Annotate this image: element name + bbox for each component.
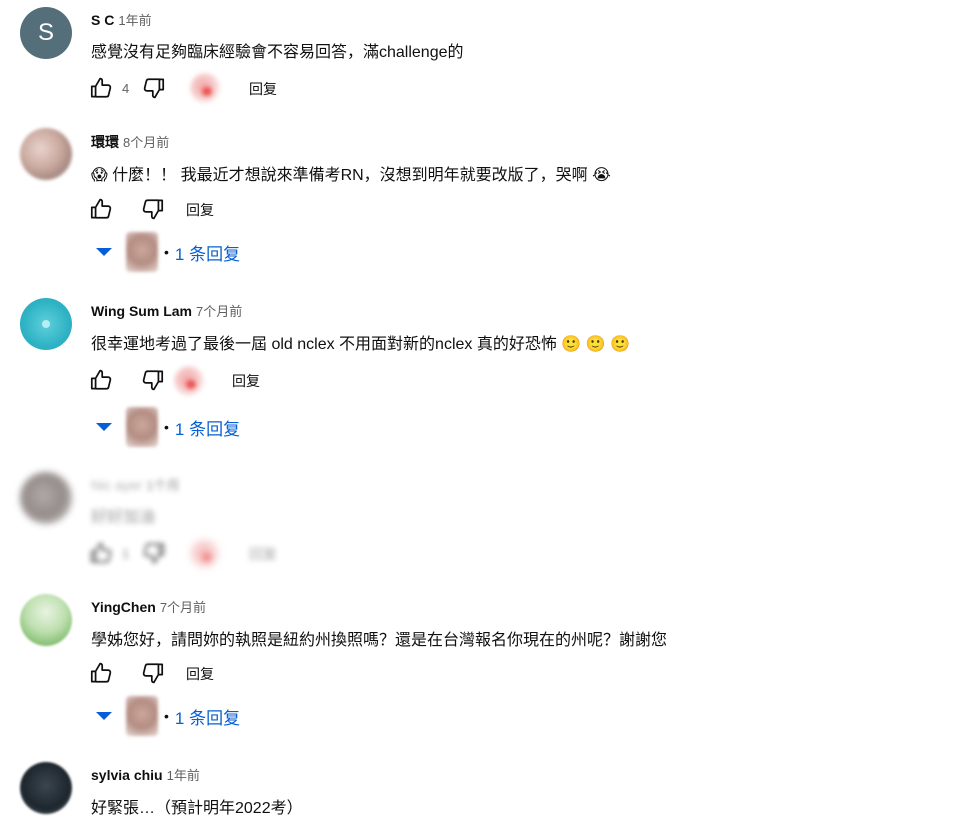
reply-button[interactable]: 回复 [249,544,277,564]
reply-button[interactable]: 回复 [186,200,214,220]
reply-button[interactable]: 回复 [249,79,277,99]
author-name[interactable]: 環環 [91,134,119,150]
replies-count-label: 1 条回复 [174,708,241,728]
comment-header: Nic ayer 1个月 [91,475,180,494]
view-replies-button[interactable]: • 1 条回复 [96,696,241,736]
chevron-down-icon [96,712,112,720]
thumbs-up-icon[interactable] [88,367,114,393]
comment-text: 學姊您好，請問妳的執照是紐約州換照嗎？還是在台灣報名你現在的州呢？謝謝您 [91,632,668,649]
comment-item: S S C 1年前 感覺沒有足夠臨床經驗會不容易回答，滿challenge的 4 … [0,0,972,120]
author-name[interactable]: S C [91,12,114,28]
comment-text: 感覺沒有足夠臨床經驗會不容易回答，滿challenge的 [91,44,464,61]
comment-time[interactable]: 1年前 [118,13,151,28]
thumbs-up-icon[interactable] [88,540,114,566]
reply-author-avatar [126,407,158,447]
comment-header: 環環 8个月前 [91,132,169,152]
reply-author-avatar [126,232,158,272]
avatar[interactable]: S [20,7,72,59]
comment-actions: 1 [88,538,167,568]
comment-text: 很幸運地考過了最後一屆 old nclex 不用面對新的nclex 真的好恐怖 … [91,336,630,353]
comment-actions [88,658,166,688]
reply-author-avatar [126,696,158,736]
thumbs-up-icon[interactable] [88,196,114,222]
comment-time[interactable]: 8个月前 [123,135,169,150]
author-name[interactable]: YingChen [91,599,156,615]
comment-time[interactable]: 7个月前 [196,304,242,319]
reply-button[interactable]: 回复 [232,371,260,391]
separator-dot: • [164,419,169,435]
reply-button[interactable]: 回复 [186,664,214,684]
avatar[interactable] [20,128,72,180]
creator-heart-icon [190,73,220,103]
comment-actions [88,194,166,224]
chevron-down-icon [96,423,112,431]
author-name[interactable]: Nic ayer [91,477,142,493]
author-name[interactable]: sylvia chiu [91,767,163,783]
avatar[interactable] [20,472,72,524]
creator-heart-icon [190,539,220,569]
comment-header: sylvia chiu 1年前 [91,765,200,784]
comment-header: YingChen 7个月前 [91,597,206,616]
comment-time[interactable]: 7个月前 [160,600,206,615]
comment-actions [88,365,166,395]
comment-actions: 4 [88,73,167,103]
avatar[interactable] [20,594,72,646]
replies-count-label: 1 条回复 [174,244,241,264]
thumbs-down-icon[interactable] [140,660,166,686]
author-name[interactable]: Wing Sum Lam [91,303,192,319]
chevron-down-icon [96,248,112,256]
thumbs-up-icon[interactable] [88,660,114,686]
thumbs-down-icon[interactable] [141,540,167,566]
comment-time[interactable]: 1个月 [146,478,179,493]
creator-heart-icon [174,366,204,396]
comment-text: 😱 什麼！！ 我最近才想說來準備考RN，沒想到明年就要改版了，哭啊 😭 [91,167,611,184]
like-count: 4 [122,80,130,96]
view-replies-button[interactable]: • 1 条回复 [96,232,241,272]
separator-dot: • [164,708,169,724]
comment-header: Wing Sum Lam 7个月前 [91,301,242,320]
replies-count-label: 1 条回复 [174,419,241,439]
thumbs-down-icon[interactable] [141,75,167,101]
thumbs-down-icon[interactable] [140,196,166,222]
avatar[interactable] [20,762,72,814]
comment-text: 好好加油 [91,509,156,526]
avatar[interactable] [20,298,72,350]
comment-text: 好緊張…（預計明年2022考） [91,800,303,817]
comment-time[interactable]: 1年前 [167,768,200,783]
comment-header: S C 1年前 [91,10,152,29]
separator-dot: • [164,244,169,260]
thumbs-up-icon[interactable] [88,75,114,101]
view-replies-button[interactable]: • 1 条回复 [96,407,241,447]
thumbs-down-icon[interactable] [140,367,166,393]
like-count: 1 [122,545,130,561]
